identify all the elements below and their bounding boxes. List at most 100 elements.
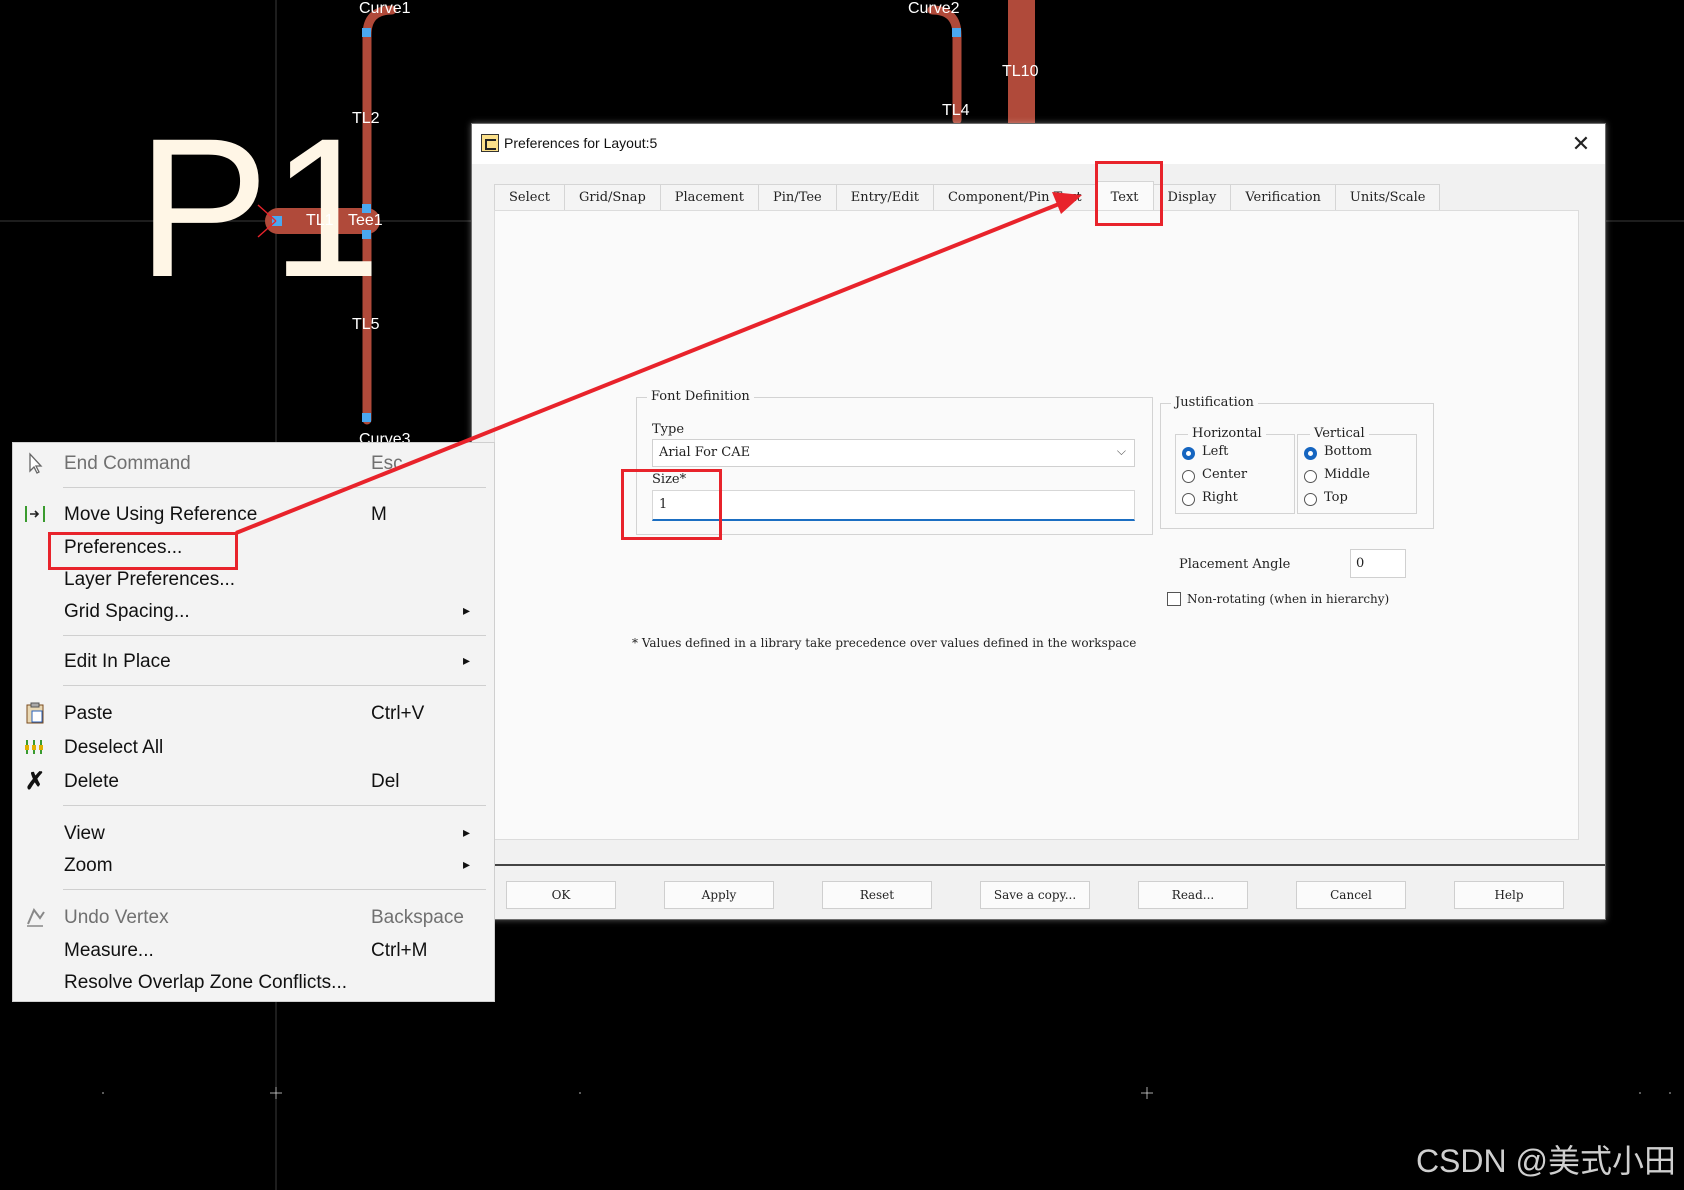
deselect-all-icon: [23, 736, 47, 760]
font-type-select[interactable]: Arial For CAE ⌵: [652, 439, 1135, 467]
menu-label-layer-preferences: Layer Preferences...: [64, 569, 236, 590]
label-tee1: Tee1: [348, 212, 383, 229]
tab-component-pin-text[interactable]: Component/Pin Text: [932, 184, 1097, 210]
chevron-down-icon: ⌵: [1116, 444, 1126, 458]
ok-button[interactable]: OK: [506, 881, 616, 909]
tab-verification[interactable]: Verification: [1230, 184, 1336, 210]
menu-item-undo-vertex[interactable]: Undo Vertex Backspace: [13, 903, 494, 933]
tab-pin-tee[interactable]: Pin/Tee: [758, 184, 837, 210]
clipboard-icon: [23, 702, 47, 726]
menu-separator: [63, 805, 486, 806]
radio-left-label: Left: [1202, 444, 1229, 459]
save-copy-button[interactable]: Save a copy...: [980, 881, 1090, 909]
radio-center-label: Center: [1202, 467, 1248, 482]
font-type-value: Arial For CAE: [659, 445, 751, 460]
dialog-titlebar[interactable]: Preferences for Layout:5 ✕: [472, 124, 1605, 164]
tab-placement[interactable]: Placement: [659, 184, 760, 210]
radio-middle[interactable]: [1304, 470, 1317, 483]
horizontal-group: Horizontal Left Center Right: [1175, 426, 1295, 514]
watermark-text: CSDN @美式小田: [1415, 1143, 1676, 1179]
cancel-button[interactable]: Cancel: [1296, 881, 1406, 909]
menu-label-view: View: [64, 823, 105, 844]
submenu-arrow-icon: ▸: [463, 602, 471, 618]
tab-units-scale[interactable]: Units/Scale: [1334, 184, 1441, 210]
tab-select[interactable]: Select: [494, 184, 565, 210]
reset-button[interactable]: Reset: [822, 881, 932, 909]
menu-separator: [63, 487, 486, 488]
menu-label-deselect-all: Deselect All: [64, 737, 164, 758]
menu-label-edit-in-place: Edit In Place: [64, 651, 171, 672]
menu-label-resolve-overlap: Resolve Overlap Zone Conflicts...: [64, 972, 348, 993]
menu-label-move-using-reference: Move Using Reference: [64, 504, 258, 525]
non-rotating-checkbox[interactable]: [1167, 592, 1181, 606]
tab-display[interactable]: Display: [1152, 184, 1232, 210]
radio-right-label: Right: [1202, 490, 1238, 505]
menu-label-delete: Delete: [64, 771, 119, 792]
menu-item-edit-in-place[interactable]: Edit In Place ▸: [13, 647, 494, 677]
label-curve1: Curve1: [359, 0, 411, 17]
submenu-arrow-icon: ▸: [463, 824, 471, 840]
label-tl2: TL2: [352, 110, 380, 127]
radio-left[interactable]: [1182, 447, 1195, 460]
undo-vertex-icon: [23, 906, 47, 930]
menu-item-resolve-overlap[interactable]: Resolve Overlap Zone Conflicts...: [13, 968, 494, 998]
footnote-text: * Values defined in a library take prece…: [632, 636, 1137, 650]
menu-label-measure: Measure...: [64, 940, 154, 961]
radio-right[interactable]: [1182, 493, 1195, 506]
menu-label-grid-spacing: Grid Spacing...: [64, 601, 190, 622]
vertical-title: Vertical: [1310, 426, 1369, 441]
menu-shortcut-end-command: Esc: [371, 453, 403, 474]
footer-separator: [472, 864, 1605, 866]
tab-entry-edit[interactable]: Entry/Edit: [835, 184, 934, 210]
read-button[interactable]: Read...: [1138, 881, 1248, 909]
menu-item-move-using-reference[interactable]: Move Using Reference M: [13, 500, 494, 530]
menu-shortcut-undo-vertex: Backspace: [371, 907, 464, 928]
apply-button[interactable]: Apply: [664, 881, 774, 909]
menu-item-grid-spacing[interactable]: Grid Spacing... ▸: [13, 597, 494, 627]
radio-bottom[interactable]: [1304, 447, 1317, 460]
placement-angle-input[interactable]: 0: [1350, 549, 1406, 578]
label-tl1: TL1: [306, 212, 334, 229]
menu-shortcut-paste: Ctrl+V: [371, 703, 425, 724]
move-reference-icon: [23, 503, 47, 527]
radio-middle-label: Middle: [1324, 467, 1370, 482]
non-rotating-label: Non-rotating (when in hierarchy): [1187, 592, 1390, 606]
tab-grid-snap[interactable]: Grid/Snap: [563, 184, 661, 210]
menu-item-view[interactable]: View ▸: [13, 819, 494, 849]
annotation-box-text-tab: [1095, 161, 1163, 226]
menu-shortcut-delete: Del: [371, 771, 400, 792]
menu-item-deselect-all[interactable]: Deselect All: [13, 733, 494, 763]
context-menu: End Command Esc Move Using Reference M P…: [12, 442, 495, 1002]
menu-shortcut-measure: Ctrl+M: [371, 940, 428, 961]
annotation-box-size-field: [621, 469, 722, 540]
font-definition-title: Font Definition: [647, 389, 754, 404]
menu-item-zoom[interactable]: Zoom ▸: [13, 851, 494, 881]
menu-item-delete[interactable]: ✗ Delete Del: [13, 767, 494, 797]
submenu-arrow-icon: ▸: [463, 652, 471, 668]
justification-group: Justification Horizontal Left Center Rig…: [1160, 395, 1434, 529]
close-icon[interactable]: ✕: [1567, 130, 1595, 158]
dialog-title: Preferences for Layout:5: [504, 135, 658, 151]
size-input[interactable]: 1: [652, 490, 1135, 521]
menu-separator: [63, 889, 486, 890]
type-label: Type: [652, 422, 685, 437]
placement-angle-value: 0: [1356, 556, 1365, 571]
menu-item-paste[interactable]: Paste Ctrl+V: [13, 699, 494, 729]
radio-top-label: Top: [1324, 490, 1348, 505]
annotation-box-preferences: [48, 532, 238, 570]
radio-center[interactable]: [1182, 470, 1195, 483]
menu-label-paste: Paste: [64, 703, 113, 724]
radio-top[interactable]: [1304, 493, 1317, 506]
tab-bar: Select Grid/Snap Placement Pin/Tee Entry…: [494, 181, 1441, 211]
label-tl10: TL10: [1002, 63, 1039, 80]
horizontal-title: Horizontal: [1188, 426, 1266, 441]
port-label-p1: P1: [137, 97, 384, 318]
submenu-arrow-icon: ▸: [463, 856, 471, 872]
placement-angle-label: Placement Angle: [1179, 557, 1291, 572]
pointer-icon: [23, 452, 47, 476]
label-tl5: TL5: [352, 316, 380, 333]
menu-item-measure[interactable]: Measure... Ctrl+M: [13, 936, 494, 966]
menu-item-end-command[interactable]: End Command Esc: [13, 449, 494, 479]
menu-separator: [63, 685, 486, 686]
help-button[interactable]: Help: [1454, 881, 1564, 909]
